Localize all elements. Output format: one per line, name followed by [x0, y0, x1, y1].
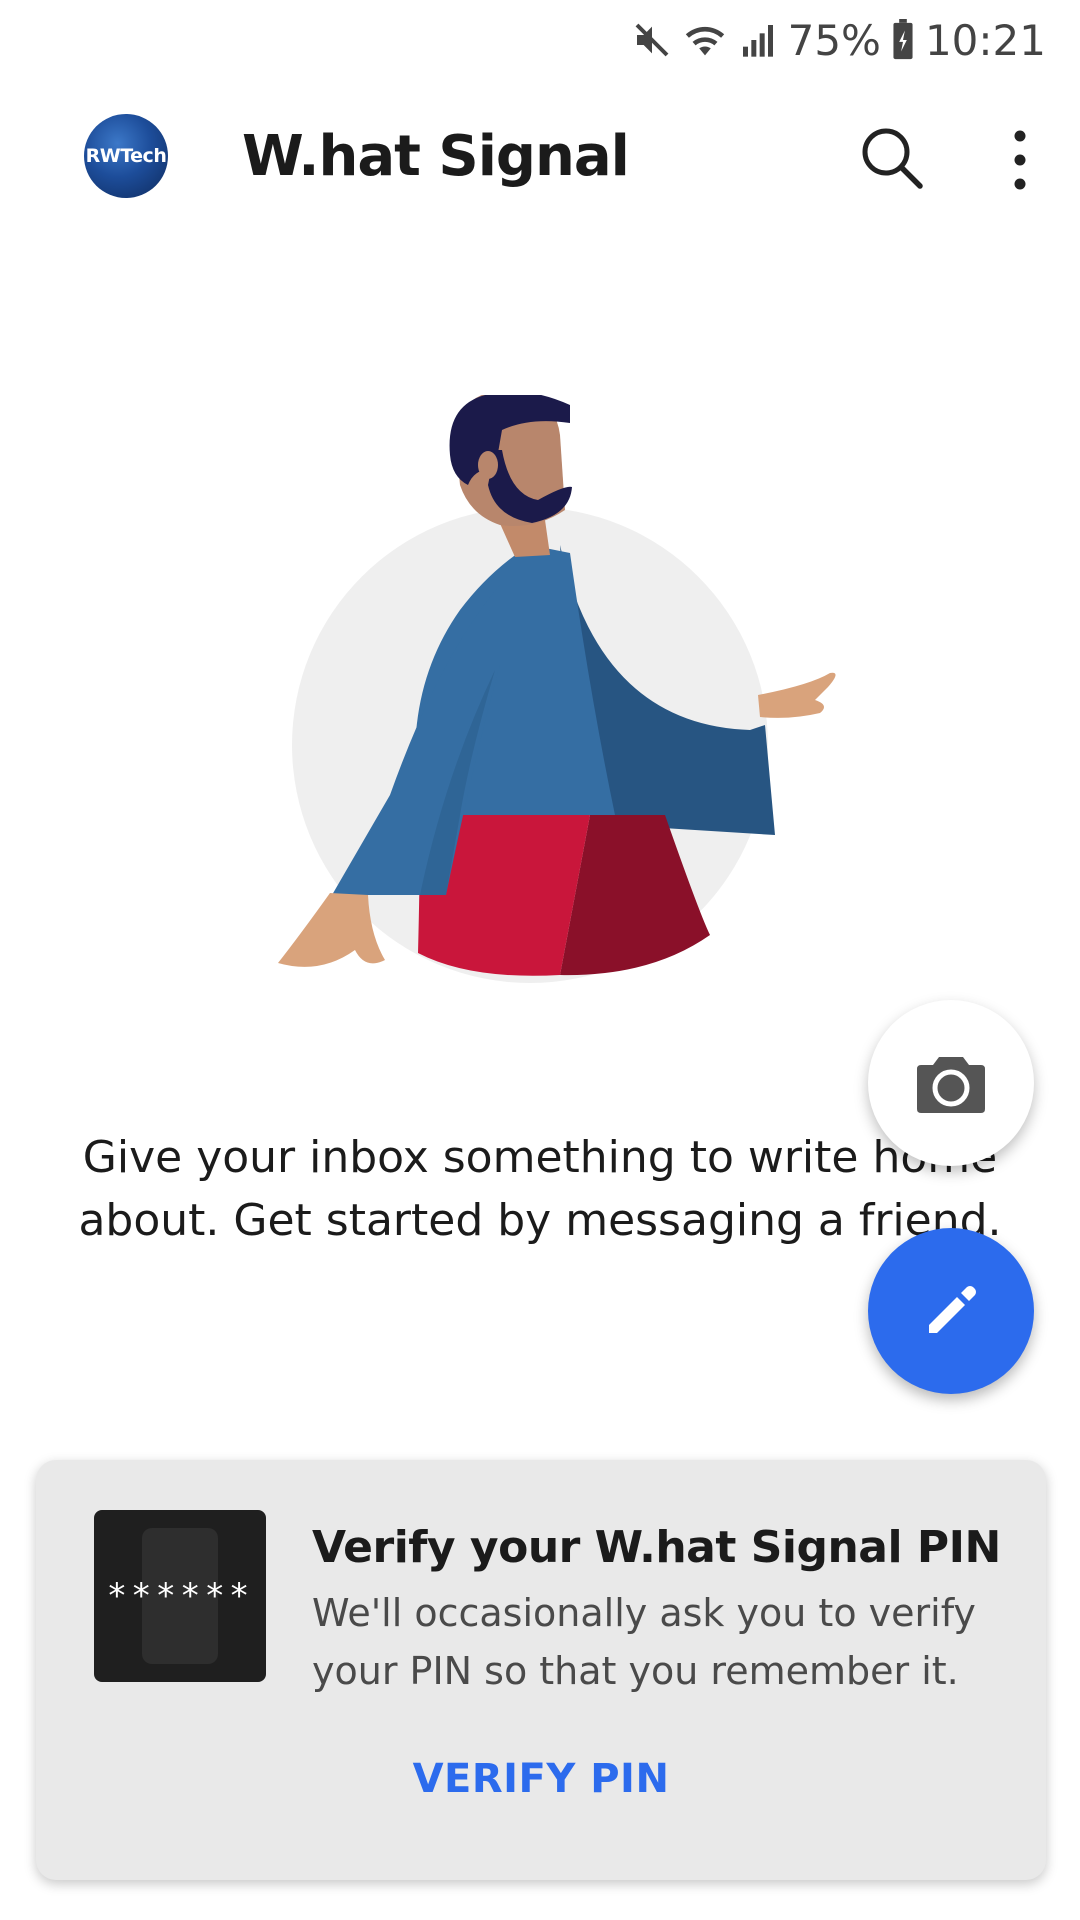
overflow-menu-button[interactable] [996, 128, 1044, 192]
clock: 10:21 [924, 15, 1046, 65]
camera-icon [917, 1057, 985, 1113]
compose-fab[interactable] [868, 1228, 1034, 1394]
card-title: Verify your W.hat Signal PIN [312, 1522, 1001, 1573]
pin-illustration: ****** [94, 1510, 266, 1682]
battery-charging-icon [893, 19, 913, 60]
empty-state-line2: about. Get started by messaging a friend… [78, 1195, 1002, 1246]
empty-state-line1: Give your inbox something to write home [82, 1132, 998, 1183]
mute-icon [635, 23, 669, 57]
pencil-icon [929, 1286, 976, 1333]
signal-icon [742, 25, 773, 57]
empty-state-message: Give your inbox something to write home … [60, 1126, 1020, 1252]
toolbar: RWTech W.hat Signal [0, 100, 1080, 220]
wifi-icon [685, 26, 724, 56]
camera-fab[interactable] [868, 1000, 1034, 1166]
search-icon [862, 128, 923, 189]
app-title: W.hat Signal [242, 124, 630, 189]
search-button[interactable] [858, 124, 926, 192]
verify-pin-button[interactable]: VERIFY PIN [36, 1756, 1046, 1802]
avatar-text: RWTech [85, 145, 167, 167]
more-vert-icon [1014, 130, 1026, 190]
battery-percent: 75% [787, 15, 881, 65]
avatar[interactable]: RWTech [84, 114, 168, 198]
status-bar: 75% 10:21 [0, 0, 1080, 80]
pin-mask: ****** [106, 1576, 254, 1616]
person-pointing-illustration [278, 395, 836, 983]
card-body: We'll occasionally ask you to verify you… [312, 1591, 976, 1693]
verify-pin-card: ****** Verify your W.hat Signal PIN We'l… [36, 1460, 1046, 1880]
